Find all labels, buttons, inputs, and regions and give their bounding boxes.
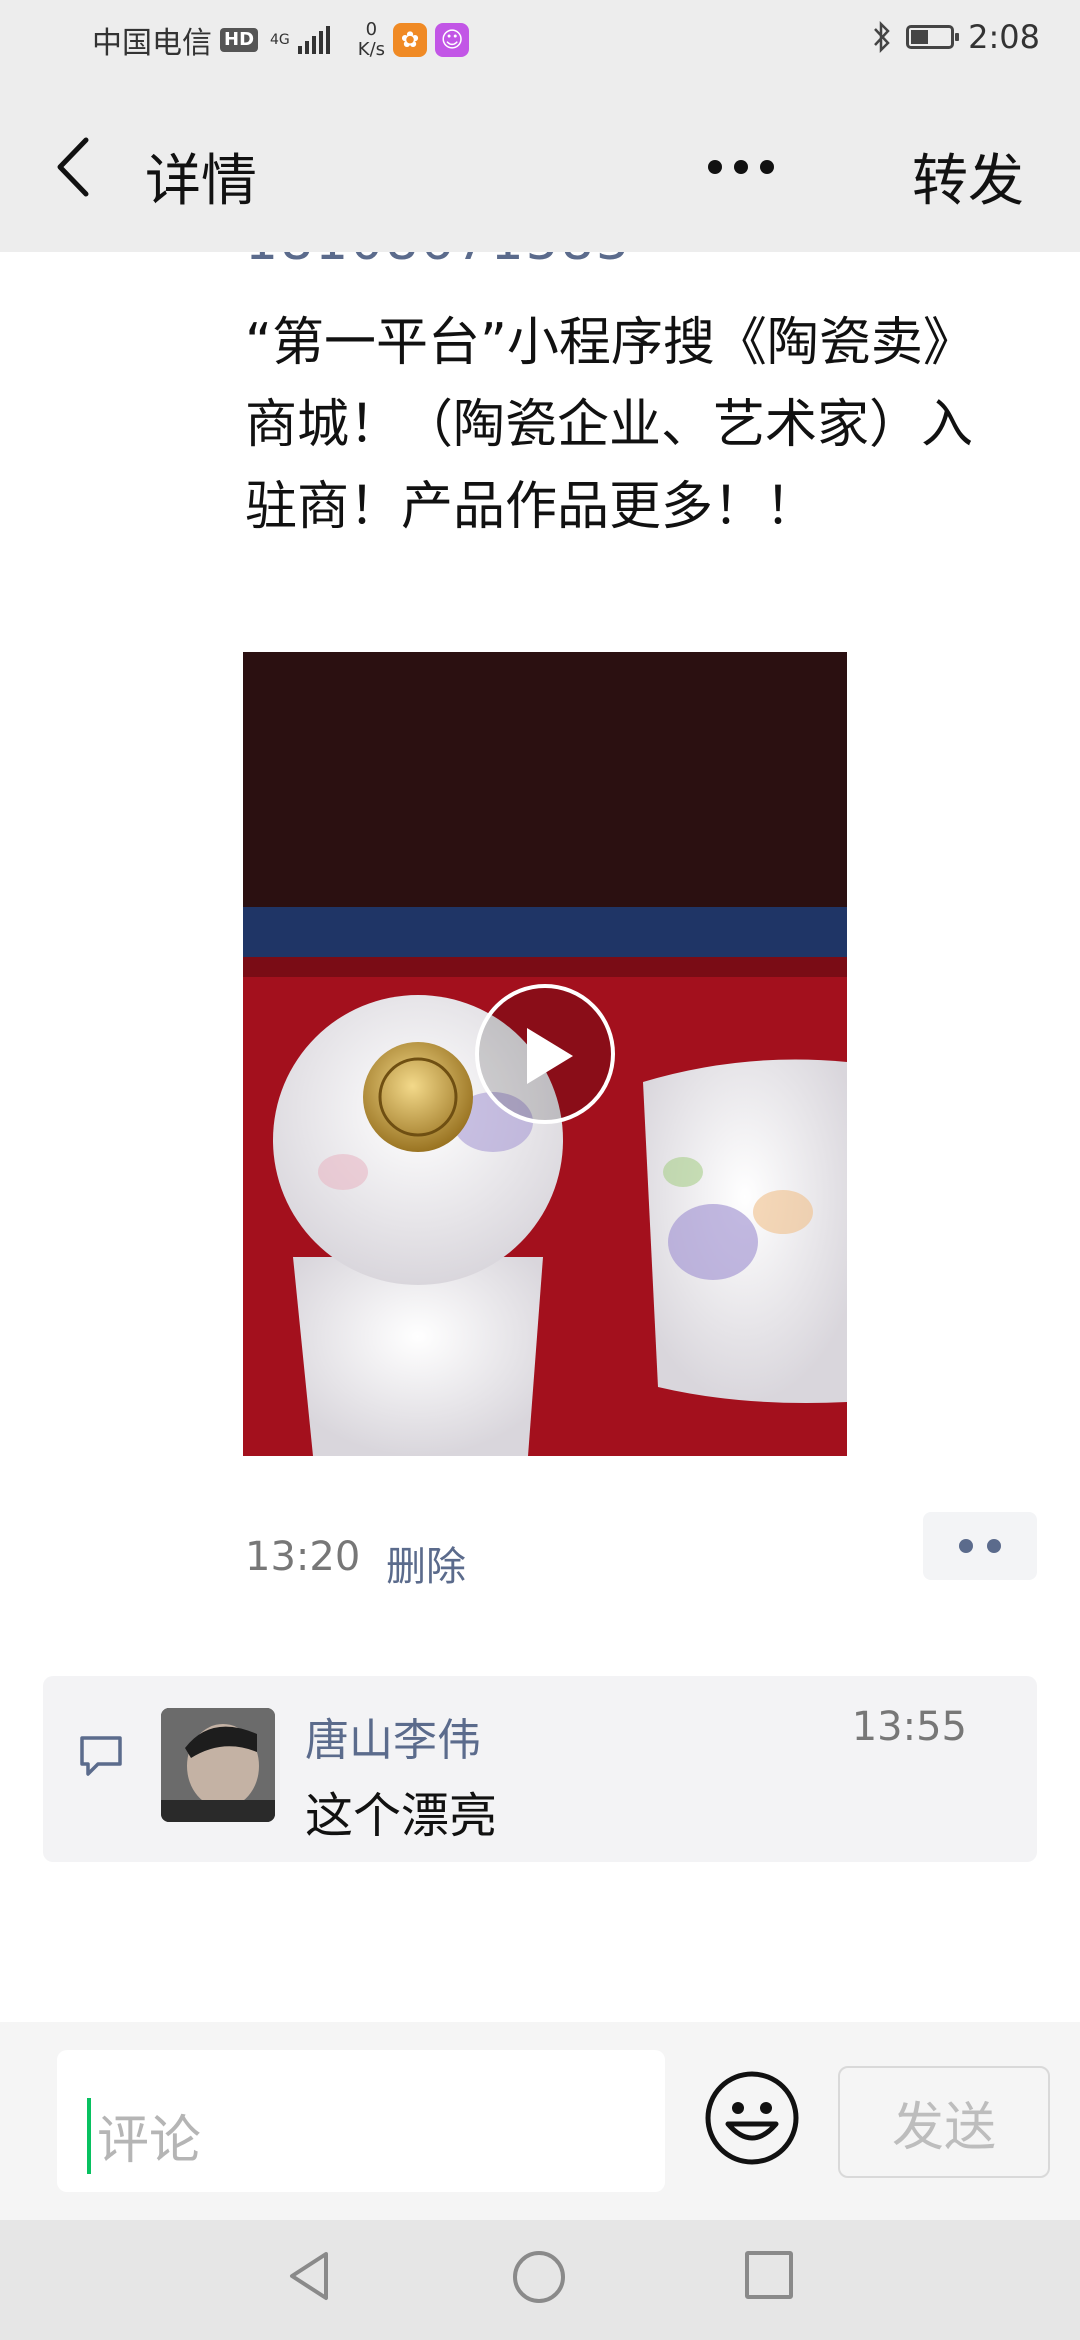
play-icon xyxy=(527,1028,573,1084)
clock: 2:08 xyxy=(968,18,1040,56)
signal-icon xyxy=(297,26,330,54)
status-right: 2:08 xyxy=(872,18,1040,56)
carrier-name: 中国电信 xyxy=(92,26,212,61)
send-button[interactable]: 发送 xyxy=(838,2066,1050,2178)
system-recents-icon[interactable] xyxy=(745,2251,793,2299)
page-title: 详情 xyxy=(145,149,257,214)
back-arrow-icon[interactable] xyxy=(48,132,108,202)
speed-value: 0 xyxy=(365,19,378,40)
message-app-icon: ☺ xyxy=(435,23,470,57)
network-type: 4G xyxy=(270,32,290,48)
dot-icon xyxy=(959,1539,973,1553)
system-nav-bar xyxy=(0,2220,1080,2340)
text-caret xyxy=(87,2098,91,2174)
system-home-icon[interactable] xyxy=(513,2251,565,2303)
more-dots-icon[interactable] xyxy=(708,160,774,174)
status-left: 中国电信 HD 4G 0 K/s ✿ ☺ xyxy=(92,18,470,62)
network-speed: 0 K/s xyxy=(358,20,385,60)
system-back-icon[interactable] xyxy=(284,2248,334,2304)
post-time: 13:20 xyxy=(245,1534,361,1580)
comment-input[interactable]: 评论 xyxy=(57,2050,665,2192)
emoji-icon[interactable] xyxy=(704,2070,800,2166)
play-button[interactable] xyxy=(475,984,615,1124)
comment-time: 13:55 xyxy=(851,1704,967,1750)
battery-icon xyxy=(906,25,960,49)
delete-link[interactable]: 删除 xyxy=(386,1534,466,1592)
nav-bar: 详情 转发 xyxy=(0,80,1080,252)
status-bar: 中国电信 HD 4G 0 K/s ✿ ☺ 2:08 xyxy=(0,0,1080,80)
comment-text[interactable]: 这个漂亮 xyxy=(305,1776,497,1846)
post-text: “第一平台”小程序搜《陶瓷卖》商城！（陶瓷企业、艺术家）入驻商！产品作品更多！！ xyxy=(245,313,975,537)
hd-badge: HD xyxy=(220,28,259,52)
comment-placeholder: 评论 xyxy=(97,2111,202,2171)
post-phone-number[interactable]: 18108671583 xyxy=(245,252,631,272)
post-detail: 18108671583 “第一平台”小程序搜《陶瓷卖》商城！（陶瓷企业、艺术家）… xyxy=(0,252,1080,2022)
avatar-image xyxy=(161,1708,275,1822)
comment-author[interactable]: 唐山李伟 xyxy=(305,1704,481,1768)
comment-section: 唐山李伟 13:55 这个漂亮 xyxy=(43,1676,1037,1862)
comment-bubble-icon xyxy=(80,1736,122,1776)
like-comment-menu-button[interactable] xyxy=(923,1512,1037,1580)
forward-button[interactable]: 转发 xyxy=(912,136,1024,217)
avatar[interactable] xyxy=(161,1708,275,1822)
comment-input-bar: 评论 发送 xyxy=(0,2022,1080,2220)
weibo-app-icon: ✿ xyxy=(393,23,428,57)
video-thumbnail[interactable] xyxy=(243,652,847,1456)
speed-unit: K/s xyxy=(357,39,386,60)
battery-level xyxy=(911,30,928,44)
bluetooth-icon xyxy=(874,20,890,54)
dot-icon xyxy=(987,1539,1001,1553)
